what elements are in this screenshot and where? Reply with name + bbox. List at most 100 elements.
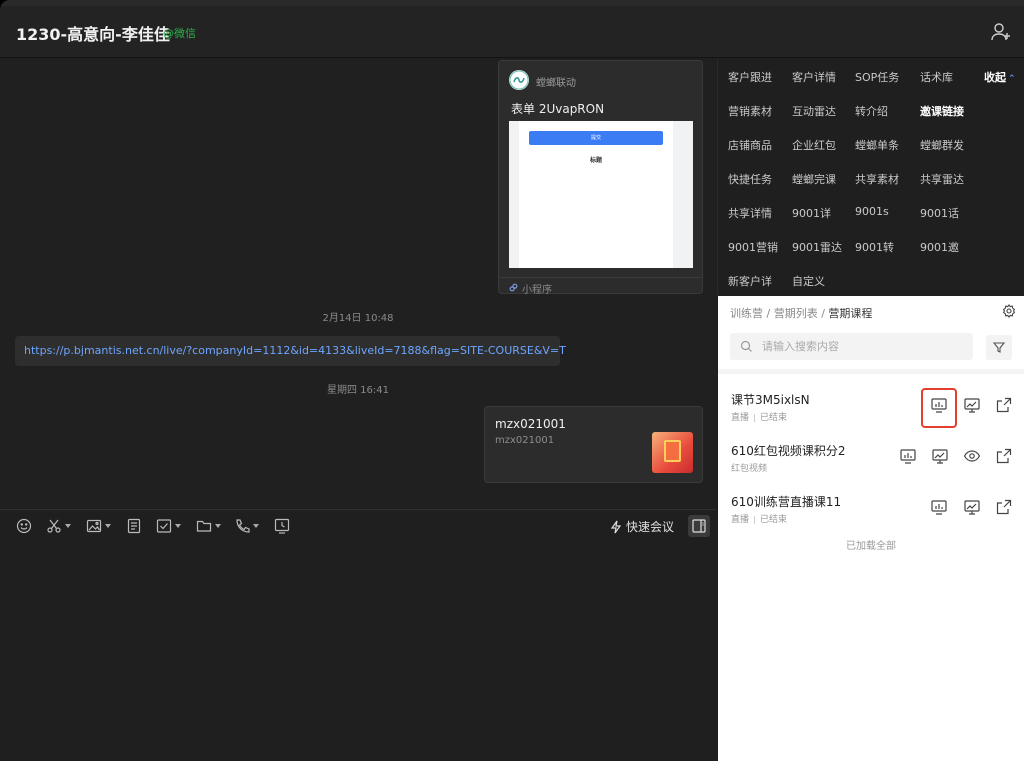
- side-nav-item[interactable]: 互动雷达: [792, 103, 836, 119]
- document-button[interactable]: [126, 518, 142, 534]
- preview-sheet: 提交 标题: [519, 121, 673, 268]
- side-nav-item[interactable]: 话术库: [920, 69, 953, 85]
- mini-program-card[interactable]: 螳螂联动 表单 2UvapRON 提交 标题 小程序: [498, 60, 703, 296]
- collapse-button[interactable]: 收起 ⌃: [984, 69, 1016, 85]
- side-nav-item[interactable]: 9001转: [855, 239, 894, 255]
- gear-icon[interactable]: [1002, 304, 1016, 318]
- course-item[interactable]: 610训练营直播课11 直播 已结束: [718, 482, 1024, 532]
- side-nav-item[interactable]: 9001营销: [728, 239, 778, 255]
- side-nav-item[interactable]: 螳螂完课: [792, 171, 836, 187]
- share-icon[interactable]: [995, 498, 1013, 516]
- course-panel: 训练营 / 营期列表 / 营期课程 课节3M5ixlsN直播已结束610红包视频…: [718, 296, 1024, 761]
- live-screen-icon[interactable]: [931, 447, 949, 465]
- clock-icon: [274, 518, 290, 534]
- breadcrumb-separator: /: [766, 307, 774, 320]
- timestamp: 星期四 16:41: [327, 385, 389, 396]
- side-nav-item[interactable]: SOP任务: [855, 69, 899, 85]
- emoji-icon: [16, 518, 32, 534]
- checkbox-icon: [156, 519, 172, 533]
- contact-id: mzx021001: [495, 435, 555, 446]
- side-nav-item[interactable]: 转介绍: [855, 103, 888, 119]
- contact-name: mzx021001: [495, 417, 566, 431]
- search-box[interactable]: [730, 333, 973, 360]
- side-nav-item[interactable]: 自定义: [792, 273, 825, 289]
- side-nav-item[interactable]: 共享雷达: [920, 171, 964, 187]
- side-nav-item[interactable]: 营销素材: [728, 103, 772, 119]
- side-nav-item[interactable]: 快捷任务: [728, 171, 772, 187]
- side-nav-item[interactable]: 9001详: [792, 205, 831, 221]
- course-type: 红包视频: [731, 464, 768, 474]
- side-nav-item[interactable]: 新客户详: [728, 273, 772, 289]
- composer-toolbar: 快速会议: [0, 509, 716, 541]
- call-button[interactable]: [234, 518, 259, 534]
- breadcrumb-current: 营期课程: [828, 307, 873, 320]
- data-stats-icon[interactable]: [930, 396, 948, 414]
- breadcrumb-camp[interactable]: 训练营: [730, 307, 763, 320]
- message-link[interactable]: https://p.bjmantis.net.cn/live/?companyI…: [24, 344, 566, 357]
- side-nav-item[interactable]: 螳螂群发: [920, 137, 964, 153]
- side-nav-item[interactable]: 9001话: [920, 205, 959, 221]
- timestamp: 2月14日 10:48: [322, 313, 394, 324]
- course-type: 直播: [731, 515, 750, 525]
- side-nav-item[interactable]: 9001邀: [920, 239, 959, 255]
- course-title: 课节3M5ixlsN: [731, 393, 810, 407]
- file-button[interactable]: [196, 518, 221, 534]
- side-panel-toggle-button[interactable]: [688, 515, 710, 537]
- mini-program-logo: [509, 70, 529, 90]
- side-nav-item[interactable]: 邀课链接: [920, 103, 964, 119]
- emoji-button[interactable]: [16, 518, 32, 534]
- collapse-label: 收起: [984, 71, 1006, 84]
- image-button[interactable]: [86, 518, 111, 534]
- live-screen-icon[interactable]: [963, 498, 981, 516]
- share-icon[interactable]: [995, 447, 1013, 465]
- course-item[interactable]: 课节3M5ixlsN 直播 已结束: [718, 380, 1024, 430]
- course-item[interactable]: 610红包视频课积分2 红包视频: [718, 431, 1024, 481]
- side-nav-item[interactable]: 客户详情: [792, 69, 836, 85]
- link-message[interactable]: https://p.bjmantis.net.cn/live/?companyI…: [15, 336, 566, 366]
- message-input-area[interactable]: [0, 541, 716, 761]
- side-nav-item[interactable]: 店铺商品: [728, 137, 772, 153]
- course-title: 610训练营直播课11: [731, 495, 842, 509]
- side-nav-item[interactable]: 9001雷达: [792, 239, 842, 255]
- mini-program-icon: [509, 283, 518, 292]
- side-nav-item[interactable]: 螳螂单条: [855, 137, 899, 153]
- side-nav-item[interactable]: 共享素材: [855, 171, 899, 187]
- data-stats-icon[interactable]: [930, 498, 948, 516]
- screenshot-button[interactable]: [46, 518, 71, 534]
- chat-title: 1230-高意向-李佳佳: [16, 25, 170, 44]
- course-type: 直播: [731, 413, 750, 423]
- data-stats-icon[interactable]: [899, 447, 917, 465]
- loaded-all-text: 已加载全部: [846, 541, 896, 552]
- document-icon: [127, 518, 141, 534]
- side-nav-item[interactable]: 企业红包: [792, 137, 836, 153]
- divider: [499, 277, 702, 278]
- side-nav-item[interactable]: 9001s: [855, 205, 889, 218]
- add-member-icon[interactable]: [990, 21, 1012, 43]
- quick-meeting-label: 快速会议: [626, 520, 675, 534]
- chevron-down-icon: [105, 524, 111, 528]
- message-list[interactable]: 螳螂联动 表单 2UvapRON 提交 标题 小程序 2月14日 10:48 h…: [0, 59, 716, 509]
- course-meta: 直播 已结束: [731, 410, 787, 423]
- mini-program-app-name: 螳螂联动: [536, 78, 576, 89]
- filter-button[interactable]: [986, 335, 1012, 360]
- side-nav-item[interactable]: 共享详情: [728, 205, 772, 221]
- folder-icon: [196, 520, 212, 532]
- contact-card-message[interactable]: mzx021001 mzx021001: [484, 406, 703, 483]
- breadcrumb-period-list[interactable]: 营期列表: [774, 307, 818, 320]
- chat-window: 1230-高意向-李佳佳 @微信 螳螂联动 表单 2UvapRON 提交 标题: [0, 0, 1024, 761]
- live-screen-icon[interactable]: [963, 396, 981, 414]
- side-nav-item[interactable]: 客户跟进: [728, 69, 772, 85]
- search-icon: [740, 340, 752, 352]
- chat-header: 1230-高意向-李佳佳 @微信: [0, 6, 1024, 58]
- course-meta: 红包视频: [731, 461, 767, 474]
- wechat-tag: @微信: [163, 27, 196, 40]
- side-panel-icon: [692, 519, 706, 533]
- eye-icon[interactable]: [963, 447, 981, 465]
- search-input[interactable]: [762, 333, 962, 360]
- chevron-down-icon: [215, 524, 221, 528]
- red-packet-thumbnail: [652, 432, 693, 473]
- task-button[interactable]: [156, 518, 181, 534]
- schedule-button[interactable]: [274, 518, 290, 534]
- quick-meeting-button[interactable]: 快速会议: [610, 518, 674, 535]
- share-icon[interactable]: [995, 396, 1013, 414]
